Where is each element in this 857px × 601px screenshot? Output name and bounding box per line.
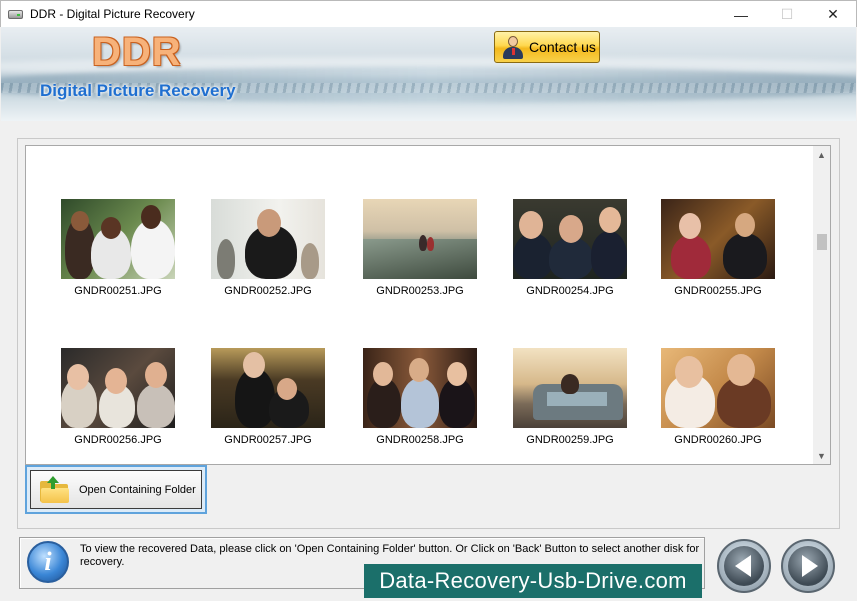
thumbnail-filename: GNDR00255.JPG	[674, 285, 762, 297]
folder-open-icon	[40, 475, 70, 504]
thumbnail-filename: GNDR00257.JPG	[224, 434, 312, 446]
website-watermark: Data-Recovery-Usb-Drive.com	[364, 564, 702, 598]
contact-us-label: Contact us	[529, 39, 596, 55]
thumbnail-item[interactable]: GNDR00253.JPG	[363, 199, 477, 297]
info-icon: i	[27, 541, 69, 583]
open-folder-focus-frame: Open Containing Folder	[25, 465, 207, 514]
thumbnail-filename: GNDR00252.JPG	[224, 285, 312, 297]
thumbnail-item[interactable]: GNDR00258.JPG	[363, 348, 477, 446]
thumbnail-filename: GNDR00254.JPG	[526, 285, 614, 297]
app-subtitle: Digital Picture Recovery	[40, 81, 236, 100]
thumbnail-item[interactable]: GNDR00251.JPG	[61, 199, 175, 297]
next-arrow-icon	[801, 555, 818, 577]
window-title: DDR - Digital Picture Recovery	[30, 7, 195, 21]
scroll-down-arrow-icon[interactable]: ▼	[813, 447, 830, 464]
thumbnail-image[interactable]	[211, 199, 325, 279]
thumbnail-item[interactable]: GNDR00256.JPG	[61, 348, 175, 446]
thumbnail-image[interactable]	[513, 348, 627, 428]
thumbnail-image[interactable]	[61, 348, 175, 428]
thumbnail-filename: GNDR00253.JPG	[376, 285, 464, 297]
thumbnail-item[interactable]: GNDR00252.JPG	[211, 199, 325, 297]
thumbnail-image[interactable]	[661, 348, 775, 428]
ddr-logo: DDR	[92, 30, 182, 74]
window-controls: — ☐ ✕	[718, 1, 856, 28]
scroll-thumb[interactable]	[817, 234, 827, 250]
scroll-up-arrow-icon[interactable]: ▲	[813, 146, 830, 163]
title-bar: DDR - Digital Picture Recovery — ☐ ✕	[0, 0, 857, 27]
thumbnail-image[interactable]	[61, 199, 175, 279]
close-button[interactable]: ✕	[810, 1, 856, 28]
thumbnail-image[interactable]	[363, 199, 477, 279]
thumbnail-image[interactable]	[211, 348, 325, 428]
thumbnail-image[interactable]	[661, 199, 775, 279]
thumbnail-item[interactable]: GNDR00257.JPG	[211, 348, 325, 446]
maximize-button[interactable]: ☐	[764, 1, 810, 28]
thumbnail-image[interactable]	[513, 199, 627, 279]
open-containing-folder-button[interactable]: Open Containing Folder	[30, 470, 202, 509]
open-folder-label: Open Containing Folder	[79, 483, 196, 496]
thumbnail-item[interactable]: GNDR00255.JPG	[661, 199, 775, 297]
thumbnail-item[interactable]: GNDR00254.JPG	[513, 199, 627, 297]
person-icon	[502, 35, 524, 59]
thumbnail-filename: GNDR00259.JPG	[526, 434, 614, 446]
thumbnail-image[interactable]	[363, 348, 477, 428]
contact-us-button[interactable]: Contact us	[494, 31, 600, 63]
back-arrow-icon	[734, 555, 751, 577]
thumbnail-filename: GNDR00260.JPG	[674, 434, 762, 446]
thumbnail-item[interactable]: GNDR00259.JPG	[513, 348, 627, 446]
thumbnail-filename: GNDR00258.JPG	[376, 434, 464, 446]
app-drive-icon	[7, 6, 25, 22]
back-button[interactable]	[717, 539, 771, 593]
minimize-button[interactable]: —	[718, 1, 764, 28]
vertical-scrollbar[interactable]: ▲ ▼	[813, 146, 830, 464]
next-button[interactable]	[781, 539, 835, 593]
header-banner: DDR Digital Picture Recovery Contact us	[1, 27, 856, 121]
thumbnail-filename: GNDR00256.JPG	[74, 434, 162, 446]
thumbnail-filename: GNDR00251.JPG	[74, 285, 162, 297]
thumbnail-item[interactable]: GNDR00260.JPG	[661, 348, 775, 446]
thumbnail-view[interactable]: GNDR00251.JPG GNDR00252.JPG GNDR00253.JP…	[25, 145, 831, 465]
